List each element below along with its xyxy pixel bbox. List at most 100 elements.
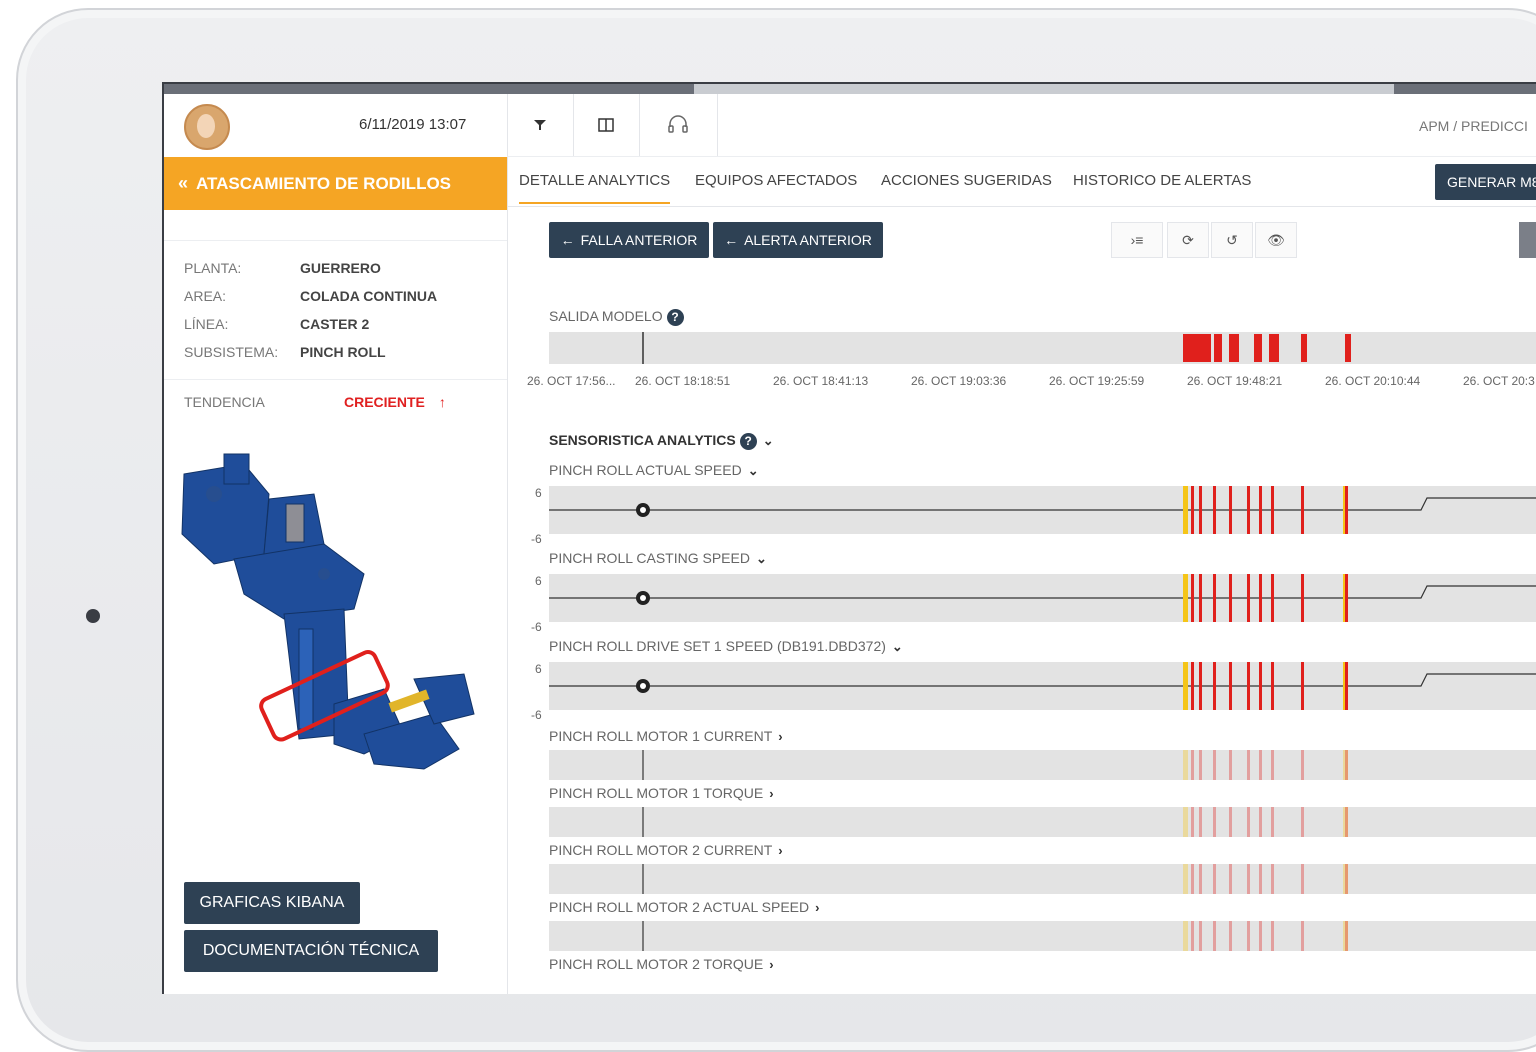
chevron-right-icon[interactable]: › — [769, 957, 773, 972]
alert-mark — [1301, 864, 1304, 894]
alert-mark — [1271, 807, 1274, 837]
info-row-planta: PLANTA: GUERRERO — [184, 260, 381, 276]
sensor-collapsed-bar[interactable] — [549, 921, 1536, 951]
chevron-right-icon[interactable]: › — [778, 843, 782, 858]
alert-mark — [1269, 334, 1279, 362]
tab-acciones-sugeridas[interactable]: ACCIONES SUGERIDAS — [881, 172, 1052, 189]
tab-detalle-analytics[interactable]: DETALLE ANALYTICS — [519, 172, 671, 204]
alert-mark — [1214, 334, 1222, 362]
alert-mark — [1345, 750, 1348, 780]
filter-icon[interactable] — [507, 94, 574, 156]
trend-value: CRECIENTE — [344, 394, 425, 410]
time-tick-label: 26. OCT 18:18:51 — [635, 374, 731, 388]
help-icon[interactable]: ? — [739, 432, 757, 450]
generate-m8-button[interactable]: GENERAR M8 — [1435, 164, 1536, 200]
toolbar: APM / PREDICCI — [507, 94, 1536, 157]
chevron-down-icon[interactable]: ⌄ — [748, 463, 759, 479]
alert-mark — [1191, 921, 1194, 951]
alert-mark — [1301, 662, 1304, 710]
y-max-label: 6 — [535, 574, 542, 588]
sensor-expanded-label[interactable]: PINCH ROLL DRIVE SET 1 SPEED (DB191.DBD3… — [549, 638, 903, 655]
chevron-right-icon[interactable]: › — [778, 729, 782, 744]
alert-mark — [1301, 750, 1304, 780]
chevron-right-icon[interactable]: › — [815, 900, 819, 915]
sensor-collapsed-bar[interactable] — [549, 807, 1536, 837]
alert-mark — [1247, 807, 1250, 837]
side-panel-toggle[interactable] — [1519, 222, 1536, 258]
tab-equipos-afectados[interactable]: EQUIPOS AFECTADOS — [695, 172, 857, 189]
sensor-collapsed-label[interactable]: PINCH ROLL MOTOR 1 CURRENT › — [549, 728, 783, 744]
chevron-down-icon[interactable]: ⌄ — [892, 639, 903, 655]
alert-mark — [1191, 807, 1194, 837]
sensor-chart[interactable] — [549, 662, 1536, 710]
technical-docs-button[interactable]: DOCUMENTACIÓN TÉCNICA — [184, 930, 438, 972]
arrow-left-icon: ← — [724, 232, 739, 248]
sensor-expanded-label[interactable]: PINCH ROLL CASTING SPEED ⌄ — [549, 550, 767, 567]
prev-failure-button[interactable]: ← FALLA ANTERIOR — [549, 222, 709, 258]
alert-mark — [1199, 807, 1202, 837]
arrow-left-icon: ← — [560, 232, 575, 248]
sensor-collapsed-label[interactable]: PINCH ROLL MOTOR 2 ACTUAL SPEED › — [549, 899, 819, 915]
alert-mark — [1229, 662, 1232, 710]
chevron-right-icon[interactable]: › — [769, 786, 773, 801]
kibana-charts-button[interactable]: GRAFICAS KIBANA — [184, 882, 360, 924]
machine-illustration — [181, 453, 475, 770]
app-screen: 6/11/2019 13:07 « ATASCAMIENTO DE RODILL… — [162, 82, 1536, 994]
arrow-up-icon: ↑ — [438, 394, 446, 410]
sensor-collapsed-bar[interactable] — [549, 864, 1536, 894]
y-min-label: -6 — [531, 620, 542, 634]
alert-mark — [1199, 750, 1202, 780]
alert-mark — [1259, 864, 1262, 894]
alert-mark — [1271, 486, 1274, 534]
time-tick-label: 26. OCT 19:03:36 — [911, 374, 1007, 388]
tab-historico-alertas[interactable]: HISTORICO DE ALERTAS — [1073, 172, 1251, 189]
alert-mark — [1259, 486, 1262, 534]
bar-background — [549, 750, 1536, 780]
alert-mark — [1345, 334, 1351, 362]
alert-mark — [1199, 864, 1202, 894]
sensor-chart[interactable] — [549, 486, 1536, 534]
sidebar: 6/11/2019 13:07 « ATASCAMIENTO DE RODILL… — [164, 94, 508, 994]
alert-mark — [1213, 486, 1216, 534]
alert-mark — [1191, 662, 1194, 710]
alert-title-bar[interactable]: « ATASCAMIENTO DE RODILLOS — [164, 157, 507, 210]
alert-mark — [1345, 864, 1348, 894]
bar-background — [549, 921, 1536, 951]
sensor-collapsed-bar[interactable] — [549, 750, 1536, 780]
sensor-expanded-label[interactable]: PINCH ROLL ACTUAL SPEED ⌄ — [549, 462, 759, 479]
refresh-icon[interactable]: ⟳ — [1167, 222, 1209, 258]
help-icon[interactable]: ? — [666, 308, 684, 326]
sensor-section-label[interactable]: SENSORISTICA ANALYTICS? ⌄ — [549, 432, 774, 450]
alert-mark — [1229, 864, 1232, 894]
double-chevron-left-icon[interactable]: « — [178, 173, 188, 194]
sensor-collapsed-label[interactable]: PINCH ROLL MOTOR 2 TORQUE › — [549, 956, 774, 972]
alert-mark — [1247, 864, 1250, 894]
sensor-collapsed-label[interactable]: PINCH ROLL MOTOR 1 TORQUE › — [549, 785, 774, 801]
breadcrumb[interactable]: APM / PREDICCI — [1419, 118, 1528, 134]
alert-mark — [1199, 662, 1202, 710]
time-tick-label: 26. OCT 20:3 — [1463, 374, 1535, 388]
divider — [164, 379, 507, 380]
prev-alert-button[interactable]: ← ALERTA ANTERIOR — [713, 222, 883, 258]
eye-icon[interactable]: 👁 — [1255, 222, 1297, 258]
chevron-down-icon[interactable]: ⌄ — [756, 551, 767, 567]
chevron-down-icon[interactable]: ⌄ — [763, 433, 774, 449]
columns-icon[interactable] — [573, 94, 640, 156]
undo-icon[interactable]: ↺ — [1211, 222, 1253, 258]
alert-mark — [1345, 662, 1348, 710]
browser-strip — [164, 84, 1536, 94]
alert-mark — [1229, 574, 1232, 622]
alert-mark — [1213, 662, 1216, 710]
headset-icon[interactable] — [639, 94, 718, 156]
alert-mark — [1271, 864, 1274, 894]
time-tick-label: 26. OCT 19:48:21 — [1187, 374, 1283, 388]
alert-mark — [1271, 750, 1274, 780]
avatar[interactable] — [184, 104, 230, 150]
cursor-point-inner — [640, 683, 646, 689]
alert-title: ATASCAMIENTO DE RODILLOS — [196, 173, 452, 193]
alert-mark — [1199, 574, 1202, 622]
alert-mark — [1271, 662, 1274, 710]
list-expand-icon[interactable]: ›≡ — [1111, 222, 1163, 258]
sensor-chart[interactable] — [549, 574, 1536, 622]
sensor-collapsed-label[interactable]: PINCH ROLL MOTOR 2 CURRENT › — [549, 842, 783, 858]
